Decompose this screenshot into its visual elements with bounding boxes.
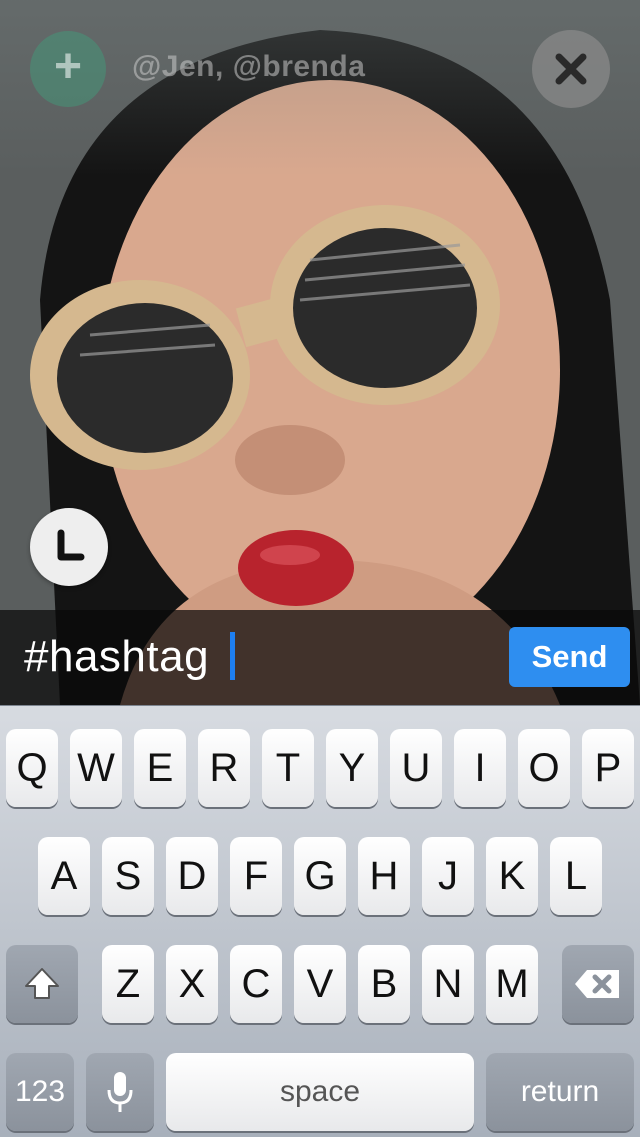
key-v[interactable]: V	[294, 945, 346, 1023]
key-m[interactable]: M	[486, 945, 538, 1023]
space-key[interactable]: space	[166, 1053, 474, 1131]
key-h[interactable]: H	[358, 837, 410, 915]
close-icon	[555, 53, 587, 85]
key-q[interactable]: Q	[6, 729, 58, 807]
shift-key[interactable]	[6, 945, 78, 1023]
key-l[interactable]: L	[550, 837, 602, 915]
key-t[interactable]: T	[262, 729, 314, 807]
key-f[interactable]: F	[230, 837, 282, 915]
key-z[interactable]: Z	[102, 945, 154, 1023]
key-s[interactable]: S	[102, 837, 154, 915]
key-o[interactable]: O	[518, 729, 570, 807]
caption-input[interactable]: #hashtag	[24, 632, 209, 682]
key-n[interactable]: N	[422, 945, 474, 1023]
clock-icon	[57, 529, 85, 561]
key-p[interactable]: P	[582, 729, 634, 807]
delete-icon	[575, 970, 619, 998]
key-w[interactable]: W	[70, 729, 122, 807]
key-x[interactable]: X	[166, 945, 218, 1023]
text-cursor	[230, 632, 235, 680]
plus-icon: +	[53, 40, 83, 93]
timer-button[interactable]	[30, 508, 108, 586]
top-bar: + @Jen, @brenda	[0, 0, 640, 140]
add-recipient-button[interactable]: +	[30, 31, 106, 107]
key-y[interactable]: Y	[326, 729, 378, 807]
key-u[interactable]: U	[390, 729, 442, 807]
delete-key[interactable]	[562, 945, 634, 1023]
key-a[interactable]: A	[38, 837, 90, 915]
send-button[interactable]: Send	[509, 627, 630, 687]
key-r[interactable]: R	[198, 729, 250, 807]
recipients-label[interactable]: @Jen, @brenda	[132, 50, 365, 84]
microphone-icon	[107, 1072, 133, 1112]
key-d[interactable]: D	[166, 837, 218, 915]
key-b[interactable]: B	[358, 945, 410, 1023]
shift-icon	[25, 968, 59, 999]
key-g[interactable]: G	[294, 837, 346, 915]
key-e[interactable]: E	[134, 729, 186, 807]
return-key[interactable]: return	[486, 1053, 634, 1131]
key-j[interactable]: J	[422, 837, 474, 915]
key-k[interactable]: K	[486, 837, 538, 915]
keyboard: Q W E R T Y U I O P A S D F G H J K L Z …	[0, 705, 640, 1137]
key-c[interactable]: C	[230, 945, 282, 1023]
dictation-key[interactable]	[86, 1053, 154, 1131]
numbers-key[interactable]: 123	[6, 1053, 74, 1131]
close-button[interactable]	[532, 30, 610, 108]
key-i[interactable]: I	[454, 729, 506, 807]
